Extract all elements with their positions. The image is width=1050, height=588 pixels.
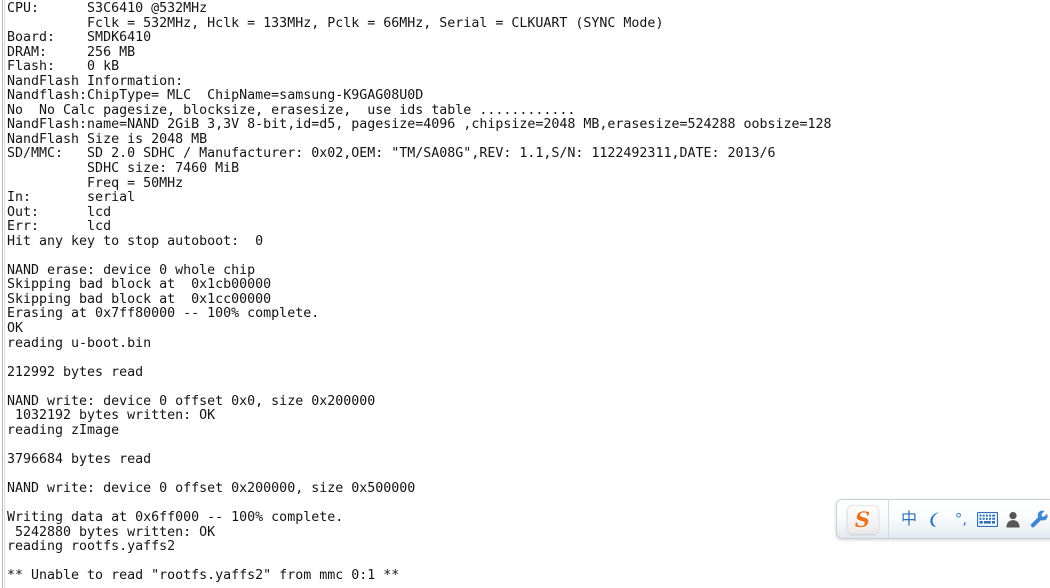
terminal-line: Hit any key to stop autoboot: 0 — [7, 233, 264, 249]
terminal-line: No No Calc pagesize, blocksize, erasesiz… — [7, 102, 576, 118]
sogou-logo-letter: S — [854, 506, 871, 532]
chinese-character-icon: 中 — [900, 509, 917, 528]
terminal-line: Out: lcd — [7, 204, 112, 220]
soft-keyboard-button[interactable] — [975, 506, 999, 532]
terminal-line: Nandflash:ChipType= MLC ChipName=samsung… — [7, 88, 424, 104]
terminal-line: Erasing at 0x7ff80000 -- 100% complete. — [7, 306, 320, 322]
console-window: CPU: S3C6410 @532MHz Fclk = 532MHz, Hclk… — [0, 0, 1050, 588]
terminal-line: reading u-boot.bin — [7, 335, 152, 351]
user-account-button[interactable] — [1001, 506, 1025, 532]
terminal-line: Skipping bad block at 0x1cc00000 — [7, 291, 272, 307]
terminal-line: NandFlash Information: — [7, 73, 184, 89]
window-left-border-shadow — [4, 0, 5, 588]
terminal-line: NAND write: device 0 offset 0x200000, si… — [7, 481, 416, 497]
terminal-line: 212992 bytes read — [7, 364, 144, 380]
terminal-line: NandFlash:name=NAND 2GiB 3,3V 8-bit,id=d… — [7, 117, 832, 133]
crescent-moon-icon — [929, 511, 939, 527]
terminal-line: Fclk = 532MHz, Hclk = 133MHz, Pclk = 66M… — [7, 15, 664, 31]
terminal-line: NAND write: device 0 offset 0x0, size 0x… — [7, 393, 376, 409]
wrench-icon — [1030, 510, 1048, 528]
terminal-line: Freq = 50MHz — [7, 175, 184, 191]
sogou-ime-toolbar[interactable]: S 中 °, — [836, 499, 1050, 539]
sogou-logo-icon: S — [846, 504, 879, 534]
terminal-line: Board: SMDK6410 — [7, 30, 152, 46]
terminal-line: NAND erase: device 0 whole chip — [7, 262, 256, 278]
terminal-line: CPU: S3C6410 @532MHz — [7, 1, 208, 16]
terminal-line: reading zImage — [7, 422, 120, 438]
terminal-line: Flash: 0 kB — [7, 59, 120, 75]
input-mode-chinese-button[interactable]: 中 — [897, 506, 921, 532]
terminal-line: In: serial — [7, 190, 136, 206]
window-left-border — [2, 0, 3, 588]
punctuation-icon: °, — [954, 509, 968, 528]
terminal-line: reading rootfs.yaffs2 — [7, 539, 176, 555]
ime-button-group: 中 °, — [889, 500, 1050, 538]
terminal-output[interactable]: CPU: S3C6410 @532MHz Fclk = 532MHz, Hclk… — [7, 1, 1050, 584]
terminal-line: 3796684 bytes read — [7, 451, 152, 467]
terminal-line: SD/MMC: SD 2.0 SDHC / Manufacturer: 0x02… — [7, 146, 776, 162]
settings-button[interactable] — [1027, 506, 1050, 532]
terminal-line: 1032192 bytes written: OK — [7, 408, 216, 424]
terminal-line: SDHC size: 7460 MiB — [7, 161, 240, 177]
moon-mode-button[interactable] — [923, 506, 947, 532]
person-icon — [1006, 511, 1020, 527]
terminal-line: DRAM: 256 MB — [7, 44, 136, 60]
terminal-line: OK — [7, 321, 24, 337]
terminal-line: NandFlash Size is 2048 MB — [7, 131, 208, 147]
terminal-line: ** Unable to read "rootfs.yaffs2" from m… — [7, 568, 400, 584]
terminal-line: Skipping bad block at 0x1cb00000 — [7, 277, 272, 293]
sogou-logo-button[interactable]: S — [837, 500, 889, 538]
punctuation-mode-button[interactable]: °, — [949, 506, 973, 532]
keyboard-icon — [976, 511, 998, 527]
terminal-line: Err: lcd — [7, 219, 112, 235]
